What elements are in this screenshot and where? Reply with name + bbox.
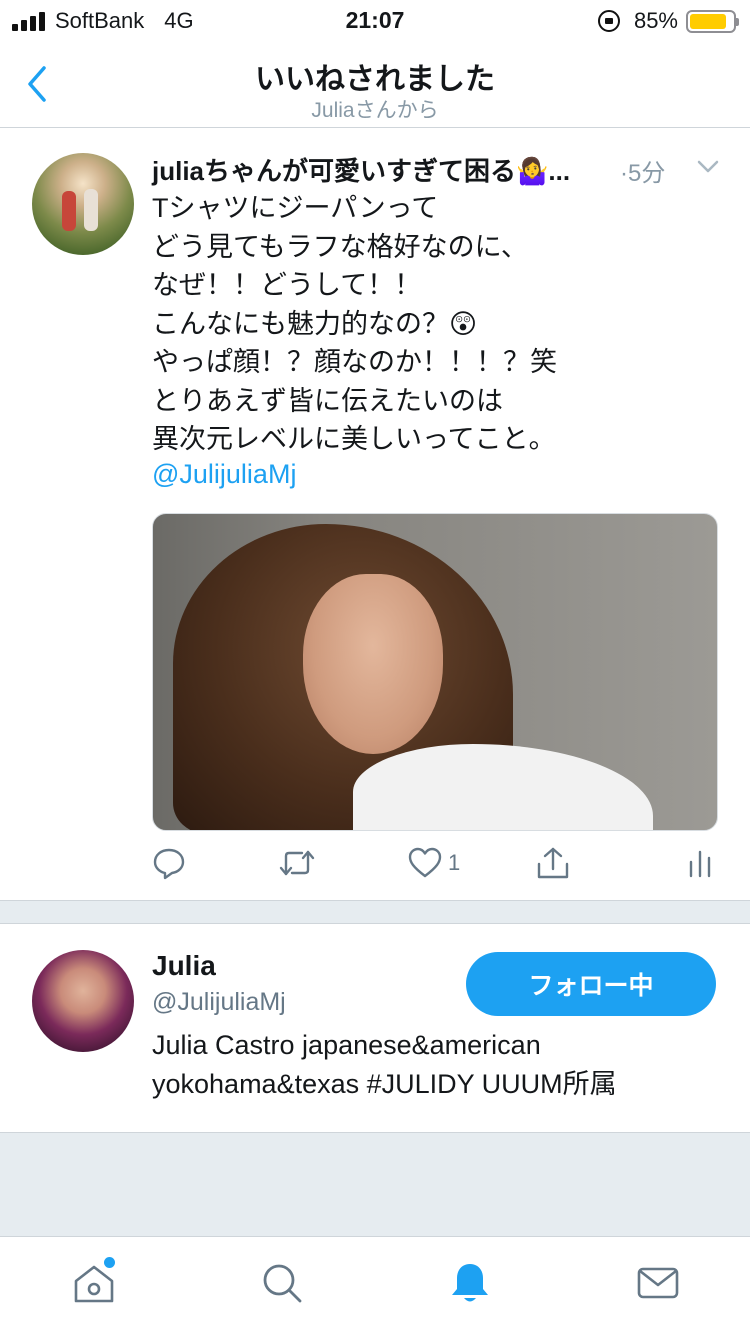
tab-notifications[interactable] <box>446 1259 494 1307</box>
heart-icon <box>408 847 442 878</box>
following-button[interactable]: フォロー中 <box>466 952 716 1016</box>
empty-area <box>0 1132 750 1236</box>
tweet-time: ·5分 <box>620 160 666 187</box>
battery-icon <box>686 9 739 33</box>
bio-line: Julia Castro japanese&american <box>152 1030 541 1060</box>
tweet-mention-link[interactable]: @JulijuliaMj <box>152 459 296 490</box>
status-bar: SoftBank 4G 21:07 85% <box>0 0 750 40</box>
share-button[interactable] <box>536 845 570 881</box>
user-bio: Julia Castro japanese&american yokohama&… <box>152 1026 617 1104</box>
reply-button[interactable] <box>152 845 186 881</box>
tweet-menu-button[interactable] <box>696 159 720 175</box>
section-divider <box>0 900 750 924</box>
retweet-icon <box>279 850 315 876</box>
page-subtitle: Juliaさんから <box>311 99 439 122</box>
analytics-icon <box>689 850 711 878</box>
notification-dot <box>104 1257 115 1268</box>
orientation-lock-icon <box>597 10 620 32</box>
tab-bar <box>0 1236 750 1334</box>
tab-messages[interactable] <box>634 1259 682 1307</box>
mail-icon <box>637 1267 679 1299</box>
tweet-line: 異次元レベルに美しいってこと。 <box>152 424 556 454</box>
user-name[interactable]: Julia <box>152 950 216 982</box>
status-right: 85% <box>597 8 739 34</box>
share-icon <box>537 847 569 879</box>
chevron-down-icon <box>697 160 719 173</box>
like-button[interactable]: 1 <box>408 845 460 881</box>
user-avatar[interactable] <box>32 950 134 1052</box>
battery-percent: 85% <box>633 8 678 33</box>
tweet-line: Tシャツにジーパンって <box>152 193 439 223</box>
tweet-card[interactable]: juliaちゃんが可愛いすぎて困る🤷‍♀️... ·5分 Tシャツにジーパンって… <box>0 129 750 900</box>
tweet-author-avatar[interactable] <box>32 153 134 255</box>
search-icon <box>263 1264 302 1303</box>
tweet-text: Tシャツにジーパンって どう見てもラフな格好なのに、 なぜ！！どうして！！ こん… <box>152 189 557 459</box>
tweet-line: どう見てもラフな格好なのに、 <box>152 231 528 262</box>
page-title: いいねされました <box>255 63 495 96</box>
tweet-actions: 1 <box>152 841 722 885</box>
like-count: 1 <box>448 850 461 875</box>
retweet-button[interactable] <box>278 845 316 881</box>
tweet-author-name[interactable]: juliaちゃんが可愛いすぎて困る🤷‍♀️... <box>152 151 570 188</box>
user-card[interactable]: Julia @JulijuliaMj Julia Castro japanese… <box>0 924 750 1132</box>
tweet-line: こんなにも魅力的なの？😲 <box>152 308 478 339</box>
tab-search[interactable] <box>258 1259 306 1307</box>
battery-fill <box>690 13 726 29</box>
tweet-line: なぜ！！どうして！！ <box>152 270 422 300</box>
tweet-line: とりあえず皆に伝えたいのは <box>152 385 503 416</box>
user-handle: @JulijuliaMj <box>152 988 286 1016</box>
reply-icon <box>153 848 185 880</box>
analytics-button[interactable] <box>688 845 712 881</box>
bell-icon <box>452 1264 488 1302</box>
nav-header: いいねされました Juliaさんから <box>0 40 750 128</box>
bio-line: yokohama&texas #JULIDY UUUM所属 <box>152 1069 617 1099</box>
tweet-line: やっぱ顔！？顔なのか！！！？笑 <box>152 347 557 377</box>
tweet-photo[interactable] <box>152 513 718 831</box>
